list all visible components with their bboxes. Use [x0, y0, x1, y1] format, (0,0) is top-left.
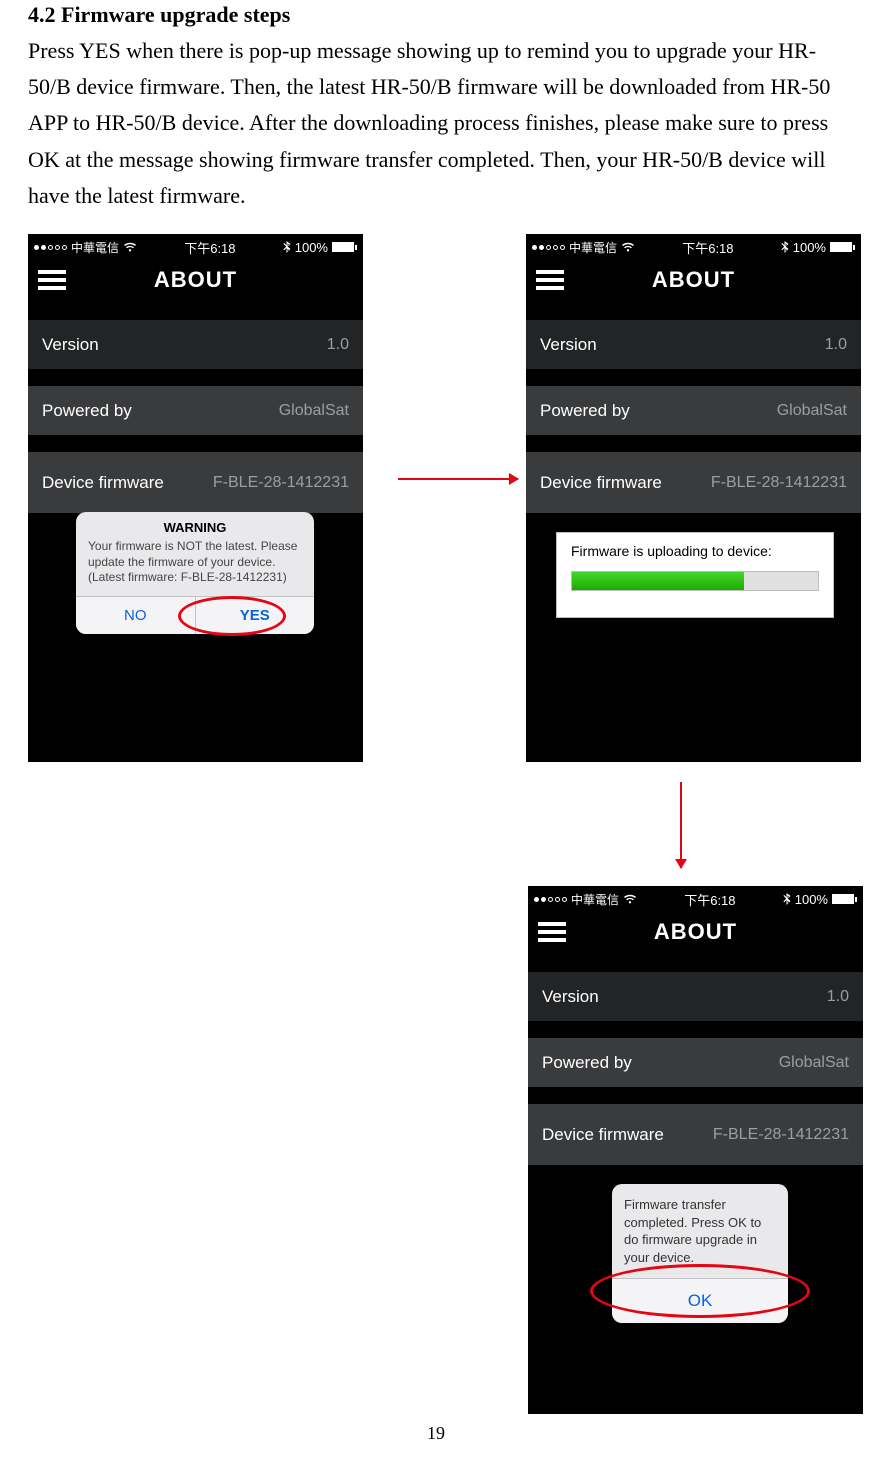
- ok-button[interactable]: OK: [612, 1278, 788, 1323]
- progress-bar: [571, 571, 819, 591]
- firmware-label: Device firmware: [540, 473, 662, 493]
- page-number: 19: [427, 1423, 445, 1444]
- time-label: 下午6:18: [684, 890, 735, 909]
- page-title: ABOUT: [654, 919, 737, 945]
- version-label: Version: [540, 335, 597, 355]
- menu-icon[interactable]: [38, 270, 66, 290]
- battery-icon: [832, 894, 857, 904]
- carrier-label: 中華電信: [569, 239, 617, 256]
- firmware-value: F-BLE-28-1412231: [713, 1126, 849, 1144]
- row-powered: Powered by GlobalSat: [28, 386, 363, 436]
- battery-label: 100%: [795, 892, 828, 907]
- powered-label: Powered by: [42, 401, 132, 421]
- row-powered: Powered by GlobalSat: [528, 1038, 863, 1088]
- row-version: Version 1.0: [28, 320, 363, 370]
- arrow-down: [680, 782, 682, 868]
- row-version: Version 1.0: [528, 972, 863, 1022]
- firmware-label: Device firmware: [42, 473, 164, 493]
- bluetooth-icon: [783, 893, 791, 905]
- no-button[interactable]: NO: [76, 597, 195, 634]
- app-header: ABOUT: [528, 908, 863, 956]
- powered-label: Powered by: [540, 401, 630, 421]
- section-body: Press YES when there is pop-up message s…: [28, 33, 844, 214]
- wifi-icon: [123, 242, 137, 252]
- row-firmware: Device firmware F-BLE-28-1412231: [28, 452, 363, 514]
- version-value: 1.0: [827, 988, 849, 1006]
- section-heading: 4.2 Firmware upgrade steps: [28, 0, 844, 31]
- signal-icon: [534, 897, 567, 902]
- firmware-label: Device firmware: [542, 1125, 664, 1145]
- firmware-value: F-BLE-28-1412231: [213, 474, 349, 492]
- signal-icon: [532, 245, 565, 250]
- status-bar: 中華電信 下午6:18 100%: [528, 886, 863, 908]
- carrier-label: 中華電信: [71, 239, 119, 256]
- battery-label: 100%: [793, 240, 826, 255]
- version-label: Version: [542, 987, 599, 1007]
- app-header: ABOUT: [526, 256, 861, 304]
- app-header: ABOUT: [28, 256, 363, 304]
- complete-dialog: Firmware transfer completed. Press OK to…: [612, 1184, 788, 1323]
- menu-icon[interactable]: [536, 270, 564, 290]
- row-firmware: Device firmware F-BLE-28-1412231: [526, 452, 861, 514]
- complete-body: Firmware transfer completed. Press OK to…: [612, 1184, 788, 1278]
- figures-container: 中華電信 下午6:18 100% ABOUT Version 1.0 Power…: [28, 234, 844, 1414]
- firmware-value: F-BLE-28-1412231: [711, 474, 847, 492]
- version-value: 1.0: [825, 336, 847, 354]
- status-bar: 中華電信 下午6:18 100%: [28, 234, 363, 256]
- battery-icon: [332, 242, 357, 252]
- signal-icon: [34, 245, 67, 250]
- arrow-right: [398, 478, 518, 480]
- powered-value: GlobalSat: [779, 1054, 849, 1072]
- progress-text: Firmware is uploading to device:: [571, 543, 819, 559]
- time-label: 下午6:18: [682, 238, 733, 257]
- powered-value: GlobalSat: [279, 402, 349, 420]
- time-label: 下午6:18: [184, 238, 235, 257]
- wifi-icon: [623, 894, 637, 904]
- row-firmware: Device firmware F-BLE-28-1412231: [528, 1104, 863, 1166]
- screenshot-2: 中華電信 下午6:18 100% ABOUT Version 1.0 Power…: [526, 234, 861, 762]
- yes-button[interactable]: YES: [195, 597, 315, 634]
- bluetooth-icon: [283, 241, 291, 253]
- bluetooth-icon: [781, 241, 789, 253]
- version-value: 1.0: [327, 336, 349, 354]
- screenshot-3: 中華電信 下午6:18 100% ABOUT Version 1.0 Power…: [528, 886, 863, 1414]
- progress-fill: [572, 572, 744, 590]
- powered-label: Powered by: [542, 1053, 632, 1073]
- warning-dialog: WARNING Your firmware is NOT the latest.…: [76, 512, 314, 634]
- row-powered: Powered by GlobalSat: [526, 386, 861, 436]
- powered-value: GlobalSat: [777, 402, 847, 420]
- page-title: ABOUT: [652, 267, 735, 293]
- status-bar: 中華電信 下午6:18 100%: [526, 234, 861, 256]
- battery-label: 100%: [295, 240, 328, 255]
- dialog-body: Your firmware is NOT the latest. Please …: [76, 539, 314, 596]
- dialog-title: WARNING: [76, 512, 314, 539]
- battery-icon: [830, 242, 855, 252]
- page-title: ABOUT: [154, 267, 237, 293]
- screenshot-1: 中華電信 下午6:18 100% ABOUT Version 1.0 Power…: [28, 234, 363, 762]
- version-label: Version: [42, 335, 99, 355]
- menu-icon[interactable]: [538, 922, 566, 942]
- progress-dialog: Firmware is uploading to device:: [556, 532, 834, 618]
- row-version: Version 1.0: [526, 320, 861, 370]
- carrier-label: 中華電信: [571, 891, 619, 908]
- wifi-icon: [621, 242, 635, 252]
